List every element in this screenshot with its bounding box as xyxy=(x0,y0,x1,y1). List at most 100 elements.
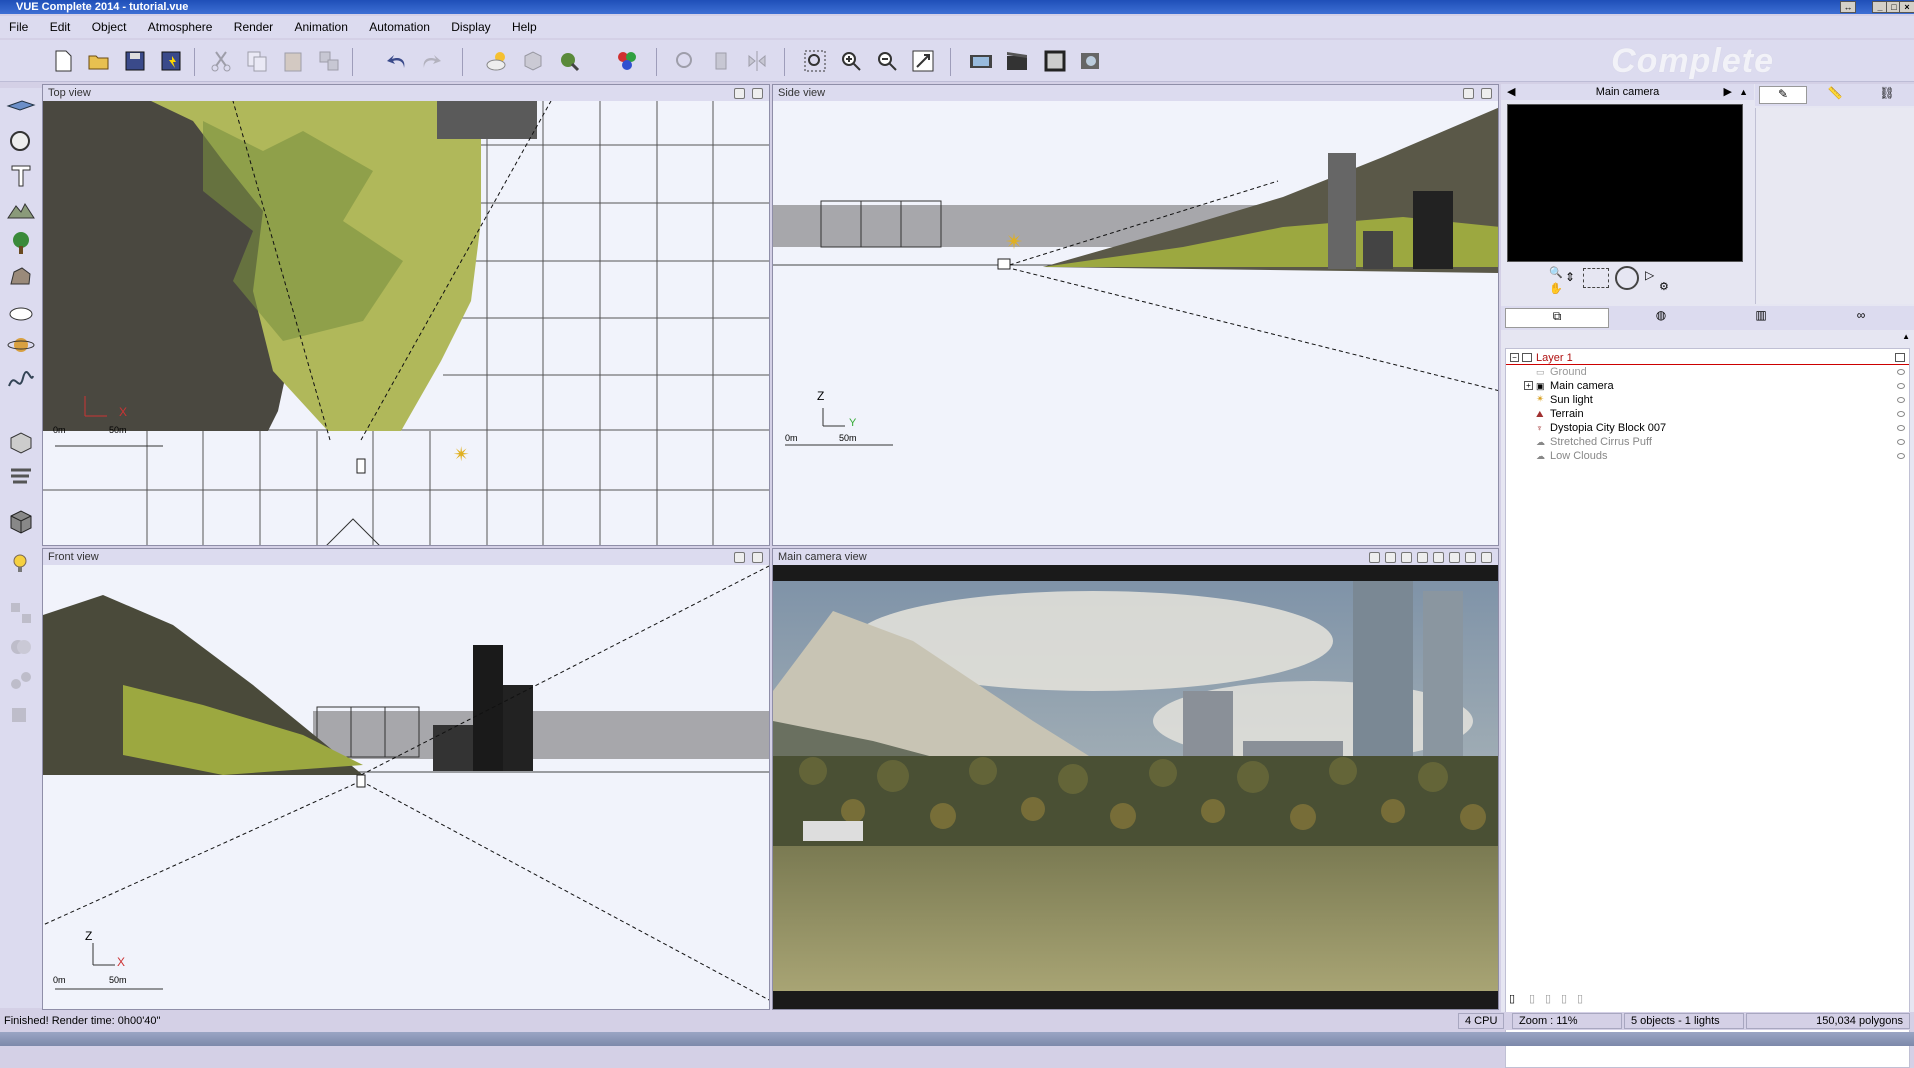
redo-icon[interactable] xyxy=(416,46,446,76)
sphere-icon[interactable] xyxy=(6,126,36,156)
layer-option-icon[interactable]: ▯ xyxy=(1561,992,1567,1005)
paste-icon[interactable] xyxy=(278,46,308,76)
light-icon[interactable] xyxy=(6,548,36,578)
camera-mode-icon[interactable]: ▷ xyxy=(1645,268,1654,282)
menu-atmosphere[interactable]: Atmosphere xyxy=(139,16,222,34)
plane-icon[interactable] xyxy=(6,92,36,122)
tree-item-main-camera[interactable]: + ▣ Main camera xyxy=(1506,379,1909,393)
path-icon[interactable] xyxy=(6,364,36,394)
render-preview-icon[interactable] xyxy=(966,46,996,76)
library-icon[interactable] xyxy=(6,428,36,458)
dolly-icon[interactable]: ⇕ xyxy=(1565,270,1575,284)
new-file-icon[interactable] xyxy=(48,46,78,76)
tab-link-icon[interactable]: ⛓ xyxy=(1863,86,1911,104)
visibility-eye-icon[interactable] xyxy=(1897,397,1905,403)
viewport-canvas[interactable]: Z X 0m 50m xyxy=(43,565,769,1009)
plant-editor-icon[interactable] xyxy=(6,462,36,492)
zoom-out-icon[interactable] xyxy=(872,46,902,76)
render-option-icon[interactable] xyxy=(1385,552,1396,563)
undo-icon[interactable] xyxy=(382,46,412,76)
viewport-options-icon[interactable] xyxy=(1463,88,1474,99)
visibility-eye-icon[interactable] xyxy=(1897,425,1905,431)
front-viewport[interactable]: Front view Z X 0m 50m xyxy=(42,548,770,1010)
side-viewport[interactable]: Side view ✴ Z Y 0m 50m xyxy=(772,84,1499,546)
render-icon[interactable] xyxy=(1076,46,1106,76)
hypervoxel-icon[interactable] xyxy=(6,700,36,730)
menu-object[interactable]: Object xyxy=(83,16,136,34)
camera-viewport[interactable]: Main camera view xyxy=(772,548,1499,1010)
expand-icon[interactable]: + xyxy=(1524,381,1533,390)
cut-icon[interactable] xyxy=(206,46,236,76)
render-option-icon[interactable] xyxy=(1449,552,1460,563)
frame-icon[interactable] xyxy=(1583,268,1609,288)
menu-edit[interactable]: Edit xyxy=(41,16,80,34)
collapse-layer-icon[interactable]: − xyxy=(1510,353,1519,362)
material-editor-icon[interactable] xyxy=(518,46,548,76)
tree-item-low-clouds[interactable]: ☁ Low Clouds xyxy=(1506,449,1909,463)
zoom-region-icon[interactable] xyxy=(800,46,830,76)
restore-icon[interactable]: ↔ xyxy=(1840,1,1856,13)
layer-row[interactable]: − Layer 1 xyxy=(1506,351,1909,365)
top-viewport[interactable]: Top view ✴ X 0m 50m xyxy=(42,84,770,546)
scroll-up-icon[interactable]: ▲ xyxy=(1902,332,1910,341)
visibility-eye-icon[interactable] xyxy=(1897,411,1905,417)
render-option-icon[interactable] xyxy=(1401,552,1412,563)
layer-visibility-icon[interactable] xyxy=(1895,353,1905,362)
function-editor-icon[interactable] xyxy=(612,46,642,76)
tab-library-icon[interactable]: ▥ xyxy=(1713,308,1809,328)
planet-icon[interactable] xyxy=(6,330,36,360)
text-icon[interactable] xyxy=(6,160,36,190)
rock-icon[interactable] xyxy=(6,262,36,292)
tab-links-icon[interactable]: ∞ xyxy=(1811,308,1911,328)
render-option-icon[interactable] xyxy=(1369,552,1380,563)
tree-item-sun-light[interactable]: ✴ Sun light xyxy=(1506,393,1909,407)
camera-settings-icon[interactable]: ⚙ xyxy=(1659,280,1669,293)
save-icon[interactable] xyxy=(120,46,150,76)
orbit-icon[interactable] xyxy=(1615,266,1639,290)
tree-item-city-block[interactable]: ♆ Dystopia City Block 007 xyxy=(1506,421,1909,435)
menu-display[interactable]: Display xyxy=(442,16,499,34)
mirror-icon[interactable] xyxy=(742,46,772,76)
terrain-icon[interactable] xyxy=(6,194,36,224)
viewport-canvas[interactable]: ✴ Z Y 0m 50m xyxy=(773,101,1498,545)
menu-animation[interactable]: Animation xyxy=(286,16,357,34)
visibility-eye-icon[interactable] xyxy=(1897,383,1905,389)
align-icon[interactable] xyxy=(706,46,736,76)
fit-view-icon[interactable] xyxy=(908,46,938,76)
zoom-in-icon[interactable] xyxy=(836,46,866,76)
close-button[interactable]: × xyxy=(1899,1,1914,13)
duplicate-icon[interactable] xyxy=(314,46,344,76)
box-icon[interactable] xyxy=(6,506,36,536)
tree-item-terrain[interactable]: ⛰ Terrain xyxy=(1506,407,1909,421)
visibility-eye-icon[interactable] xyxy=(1897,453,1905,459)
layer-option-icon[interactable]: ▯ xyxy=(1577,992,1583,1005)
new-layer-icon[interactable]: ▯ xyxy=(1509,992,1515,1005)
tab-ruler-icon[interactable]: 📏 xyxy=(1811,86,1859,104)
tree-icon[interactable] xyxy=(6,228,36,258)
viewport-display-icon[interactable] xyxy=(1481,88,1492,99)
metablob-icon[interactable] xyxy=(6,666,36,696)
render-animation-icon[interactable] xyxy=(1002,46,1032,76)
group-icon[interactable] xyxy=(6,598,36,628)
save-render-icon[interactable] xyxy=(1481,552,1492,563)
previous-camera-icon[interactable]: ◀ xyxy=(1507,84,1515,100)
boolean-icon[interactable] xyxy=(6,632,36,662)
viewport-options-icon[interactable] xyxy=(734,88,745,99)
tree-item-cirrus[interactable]: ☁ Stretched Cirrus Puff xyxy=(1506,435,1909,449)
tree-item-ground[interactable]: ▭ Ground xyxy=(1506,365,1909,379)
pan-camera-icon[interactable]: ✋ xyxy=(1549,282,1563,295)
open-folder-icon[interactable] xyxy=(84,46,114,76)
menu-automation[interactable]: Automation xyxy=(360,16,439,34)
visibility-eye-icon[interactable] xyxy=(1897,439,1905,445)
render-area-icon[interactable] xyxy=(1040,46,1070,76)
render-option-icon[interactable] xyxy=(1465,552,1476,563)
cloud-icon[interactable] xyxy=(6,296,36,326)
delete-layer-icon[interactable]: ▯ xyxy=(1529,992,1535,1005)
tab-brush-icon[interactable]: ✎ xyxy=(1759,86,1807,104)
terrain-editor-icon[interactable] xyxy=(554,46,584,76)
zoom-render-icon[interactable] xyxy=(670,46,700,76)
tab-objects-icon[interactable]: ⧉ xyxy=(1505,308,1609,328)
layer-option-icon[interactable]: ▯ xyxy=(1545,992,1551,1005)
menu-render[interactable]: Render xyxy=(225,16,282,34)
copy-icon[interactable] xyxy=(242,46,272,76)
